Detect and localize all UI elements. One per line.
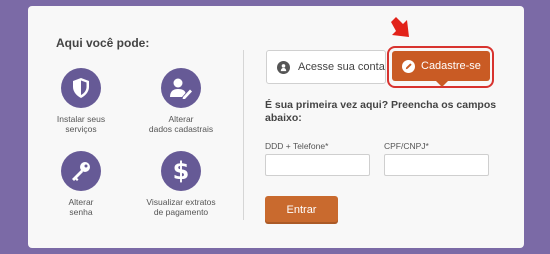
vertical-divider [243,50,244,220]
form-heading: É sua primeira vez aqui? Preencha os cam… [265,99,497,124]
arrow-down-right-icon [391,17,409,37]
key-icon [61,151,101,191]
main-card: Aqui você pode: Instalar seus serviços A… [28,6,524,248]
pencil-icon [402,59,415,73]
cpf-input[interactable] [384,154,489,176]
feature-label-line1: Instalar seus [56,114,106,124]
feature-label-line1: Visualizar extratos [146,197,216,207]
user-circle-icon [277,60,290,74]
user-edit-icon [161,68,201,108]
feature-label-line2: senha [69,207,93,217]
feature-label-line2: serviços [65,124,97,134]
features-title: Aqui você pode: [56,36,150,50]
enter-button[interactable]: Entrar [265,196,338,224]
tab-login-label: Acesse sua conta [298,61,385,73]
feature-view-statements[interactable]: $ Visualizar extratos de pagamento [131,151,231,217]
cpf-label: CPF/CNPJ* [384,141,429,151]
feature-label-line2: de pagamento [153,207,209,217]
phone-input[interactable] [265,154,370,176]
phone-label: DDD + Telefone* [265,141,329,151]
feature-edit-data[interactable]: Alterar dados cadastrais [131,68,231,134]
feature-label-line1: Alterar [68,197,94,207]
shield-icon [61,68,101,108]
feature-install-services[interactable]: Instalar seus serviços [31,68,131,134]
tab-login[interactable]: Acesse sua conta [266,50,386,84]
feature-label-line1: Alterar [168,114,194,124]
feature-change-password[interactable]: Alterar senha [31,151,131,217]
feature-label-line2: dados cadastrais [148,124,214,134]
tab-signup[interactable]: Cadastre-se [392,51,490,87]
tab-signup-label: Cadastre-se [421,60,481,72]
dollar-icon: $ [161,151,201,191]
